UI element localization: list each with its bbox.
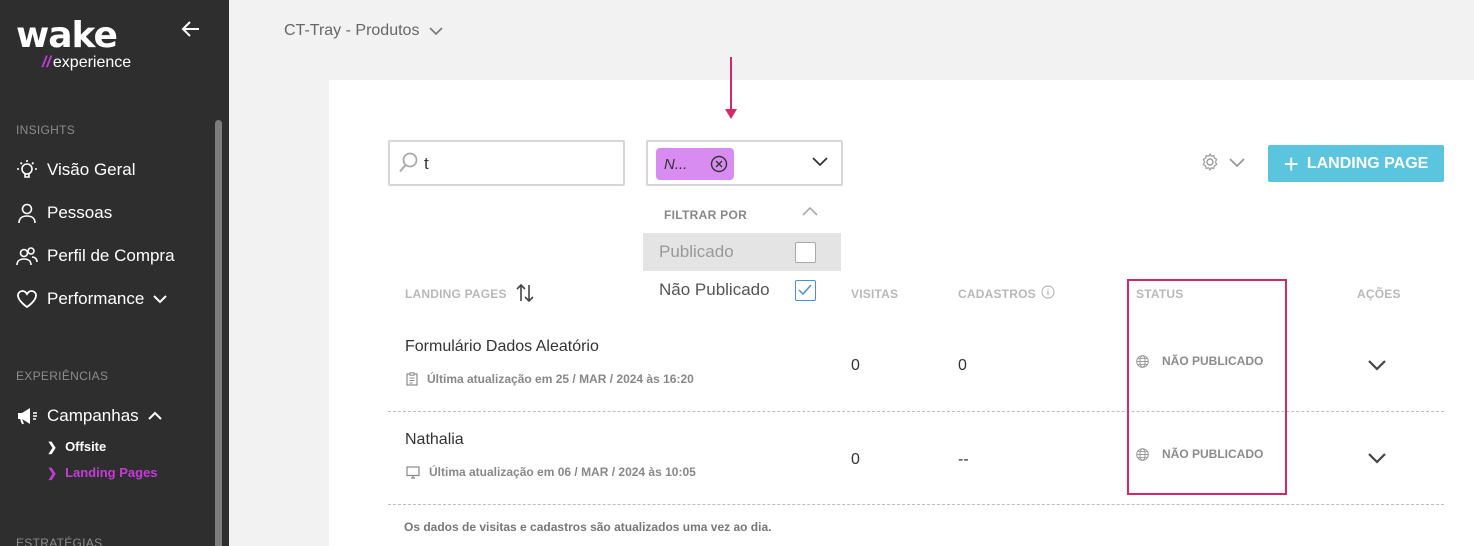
arrow-left-icon bbox=[181, 21, 199, 37]
add-landing-page-button[interactable]: + LANDING PAGE bbox=[1268, 145, 1444, 182]
clipboard-icon bbox=[406, 372, 418, 386]
sidebar-item-performance[interactable]: Performance bbox=[16, 288, 168, 310]
collapse-sidebar-button[interactable] bbox=[180, 18, 202, 40]
add-button-label: LANDING PAGE bbox=[1306, 154, 1429, 172]
sort-icon[interactable] bbox=[515, 283, 535, 303]
option-label: Não Publicado bbox=[659, 280, 770, 299]
row-visitas: 0 bbox=[851, 357, 860, 374]
sidebar-item-label: Visão Geral bbox=[47, 160, 136, 179]
row-cadastros: 0 bbox=[958, 357, 967, 374]
sidebar-item-campanhas[interactable]: Campanhas bbox=[16, 405, 163, 427]
person-icon bbox=[16, 202, 38, 224]
chevron-down-icon bbox=[153, 295, 168, 304]
sidebar-item-label: Perfil de Compra bbox=[47, 246, 175, 265]
logo-wordmark: wake bbox=[16, 15, 118, 56]
chevron-right-icon: ❯ bbox=[47, 439, 58, 454]
gear-icon bbox=[1202, 152, 1218, 172]
monitor-icon bbox=[406, 465, 420, 479]
checkbox[interactable] bbox=[795, 242, 816, 263]
chevron-down-icon[interactable] bbox=[1367, 359, 1387, 371]
sidebar-scrollbar[interactable] bbox=[215, 120, 222, 546]
row-title[interactable]: Formulário Dados Aleatório bbox=[405, 338, 599, 356]
search-input[interactable]: t bbox=[388, 140, 625, 186]
logo-subtitle-text: experience bbox=[52, 54, 132, 71]
checkbox-checked[interactable] bbox=[795, 280, 816, 301]
remove-chip-icon[interactable] bbox=[710, 155, 728, 173]
info-icon[interactable] bbox=[1041, 285, 1055, 299]
megaphone-icon bbox=[16, 405, 38, 427]
chevron-down-icon bbox=[1229, 157, 1245, 167]
chevron-right-icon: ❯ bbox=[47, 465, 58, 480]
search-value: t bbox=[424, 154, 429, 173]
sidebar-subitem-label: Offsite bbox=[65, 439, 107, 454]
sidebar-subitem-landing-pages[interactable]: ❯ Landing Pages bbox=[47, 465, 158, 480]
workspace-name: CT-Tray - Produtos bbox=[284, 22, 420, 39]
chevron-down-icon bbox=[429, 26, 444, 35]
column-header-cadastros: CADASTROS bbox=[958, 287, 1036, 301]
sidebar-item-label: Performance bbox=[47, 289, 145, 308]
row-visitas: 0 bbox=[851, 451, 860, 468]
chip-label: N... bbox=[664, 155, 688, 173]
filter-option-publicado[interactable]: Publicado bbox=[643, 233, 841, 271]
logo-slash: // bbox=[42, 54, 51, 71]
selected-filter-chip: N... bbox=[656, 148, 734, 180]
column-header-visitas: VISITAS bbox=[851, 287, 899, 301]
annotation-arrow bbox=[725, 57, 737, 119]
table-footnote: Os dados de visitas e cadastros são atua… bbox=[404, 520, 772, 534]
row-cadastros: -- bbox=[958, 451, 969, 468]
sidebar-item-perfil-compra[interactable]: Perfil de Compra bbox=[16, 245, 175, 267]
section-experiencias: EXPERIÊNCIAS bbox=[16, 369, 109, 383]
sidebar-item-label: Campanhas bbox=[47, 406, 139, 425]
logo-subtitle: //experience bbox=[42, 54, 131, 72]
row-divider bbox=[388, 504, 1444, 505]
people-icon bbox=[16, 245, 38, 267]
check-icon bbox=[798, 284, 812, 296]
sidebar-item-visao-geral[interactable]: Visão Geral bbox=[16, 159, 136, 181]
workspace-selector[interactable]: CT-Tray - Produtos bbox=[284, 22, 444, 40]
section-estrategias: ESTRATÉGIAS bbox=[16, 536, 103, 546]
row-meta-text: Última atualização em 06 / MAR / 2024 às… bbox=[429, 465, 696, 479]
status-filter-select[interactable]: N... bbox=[646, 140, 843, 186]
sidebar-item-label: Pessoas bbox=[47, 203, 113, 222]
search-icon bbox=[399, 152, 418, 173]
sidebar-subitem-offsite[interactable]: ❯ Offsite bbox=[47, 439, 106, 454]
row-meta: Última atualização em 25 / MAR / 2024 às… bbox=[406, 372, 694, 386]
section-insights: INSIGHTS bbox=[16, 123, 76, 137]
sidebar-item-pessoas[interactable]: Pessoas bbox=[16, 202, 112, 224]
chevron-down-icon[interactable] bbox=[1367, 452, 1387, 464]
chevron-up-icon bbox=[147, 411, 162, 420]
chevron-down-icon bbox=[812, 157, 828, 167]
option-label: Publicado bbox=[659, 242, 734, 261]
column-header-acoes: AÇÕES bbox=[1357, 287, 1401, 301]
row-meta: Última atualização em 06 / MAR / 2024 às… bbox=[406, 465, 696, 479]
filter-dropdown: FILTRAR POR Publicado Não Publicado bbox=[643, 196, 841, 312]
column-header-landing-pages[interactable]: LANDING PAGES bbox=[405, 287, 507, 301]
chevron-up-icon[interactable] bbox=[801, 206, 819, 217]
wake-logo[interactable]: wake //experience bbox=[16, 18, 131, 72]
filter-option-nao-publicado[interactable]: Não Publicado bbox=[643, 271, 841, 309]
plus-icon: + bbox=[1283, 148, 1299, 179]
row-title[interactable]: Nathalia bbox=[405, 431, 464, 449]
row-meta-text: Última atualização em 25 / MAR / 2024 às… bbox=[427, 372, 694, 386]
settings-menu-button[interactable] bbox=[1200, 152, 1246, 172]
annotation-highlight-box bbox=[1127, 279, 1287, 495]
sidebar-subitem-label: Landing Pages bbox=[65, 465, 158, 480]
dropdown-heading: FILTRAR POR bbox=[664, 208, 748, 222]
heart-icon bbox=[16, 288, 38, 310]
lightbulb-icon bbox=[16, 159, 38, 181]
sidebar: wake //experience INSIGHTS Visão Geral P… bbox=[0, 0, 229, 546]
